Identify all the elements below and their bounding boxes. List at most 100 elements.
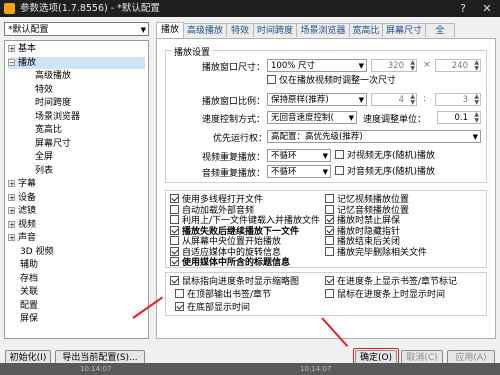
tree-item[interactable]: 时间跨度 <box>35 97 145 109</box>
tree-item[interactable]: + 视频 <box>8 219 145 231</box>
option-checkbox[interactable]: 自动加载外部音频 <box>170 204 254 216</box>
audio-repeat-label: 音频重复播放： <box>202 169 266 179</box>
profile-select[interactable]: *默认配置 ▼ <box>4 22 149 36</box>
priority-value: 高配置：高优先级(推荐) <box>271 132 363 142</box>
speed-method-value: 无回音速度控制( <box>271 113 334 123</box>
spin-arrows-icon: ▲ ▼ <box>410 93 415 106</box>
tab-item[interactable]: 高级播放 <box>183 23 227 37</box>
top-output-bookmarks-checkbox[interactable]: 在顶部输出书签/章节 <box>175 289 271 300</box>
tree-item[interactable]: 辅助 <box>20 259 145 271</box>
checkbox-box <box>170 236 179 245</box>
tree-item[interactable]: 配置 <box>20 300 145 312</box>
checkbox-box <box>175 289 184 298</box>
window-ratio-value: 保持原样(推荐) <box>271 95 329 105</box>
checkbox-box <box>325 236 334 245</box>
option-checkbox[interactable]: 利用上/下一文件键载入并播放文件 <box>170 215 320 226</box>
tree-item[interactable]: 屏幕尺寸 <box>35 138 145 150</box>
tree-item-label: 关联 <box>20 287 39 297</box>
tab-item[interactable]: 播放 <box>156 22 184 38</box>
checkbox-box <box>175 302 184 311</box>
option-checkbox[interactable]: 记忆音频播放位置 <box>325 204 409 216</box>
option-checkbox[interactable]: 从屏幕中央位置开始播放 <box>170 236 281 247</box>
tree-item-label: 宽高比 <box>35 125 63 135</box>
expand-icon[interactable]: + <box>8 180 15 188</box>
tree-item[interactable]: 特效 <box>35 84 145 96</box>
audio-random-checkbox[interactable]: 对音频无序(随机)播放 <box>335 166 435 177</box>
tree-item[interactable]: 全屏 <box>35 151 145 163</box>
tab-item[interactable]: 全 <box>425 23 455 37</box>
checkbox-label: 鼠标在进度条上时显示时间 <box>337 290 446 300</box>
expand-icon[interactable]: + <box>8 220 15 228</box>
taskbar-time-left: 10:14:07 <box>80 365 112 373</box>
tab-item[interactable]: 特效 <box>226 23 254 37</box>
bottom-time-checkbox[interactable]: 在底部显示时间 <box>175 302 250 313</box>
checkbox-box <box>170 246 179 256</box>
group-title: 播放设置 <box>172 45 213 58</box>
close-button[interactable]: ✕ <box>476 0 498 17</box>
tab-item[interactable]: 时间跨度 <box>253 23 297 37</box>
option-checkbox[interactable]: 播放时隐藏指针 <box>325 225 400 237</box>
resize-once-checkbox[interactable]: 仅在播放视频时调整一次尺寸 <box>267 75 396 86</box>
checkbox-box <box>335 150 344 159</box>
tree-item[interactable]: − 播放 <box>8 56 145 69</box>
tree-item[interactable]: + 滤镜 <box>8 205 145 217</box>
option-checkbox[interactable]: 播放结束后关闭 <box>325 236 400 247</box>
video-random-checkbox[interactable]: 对视频无序(随机)播放 <box>335 150 435 161</box>
tab-item[interactable]: 屏幕尺寸 <box>382 23 426 37</box>
help-button[interactable]: ? <box>452 0 474 17</box>
option-checkbox[interactable]: 使用多线程打开文件 <box>170 194 263 205</box>
expand-icon[interactable]: + <box>8 45 15 53</box>
tree-item[interactable]: 屏保 <box>20 313 145 325</box>
tree-item[interactable]: 高级播放 <box>35 70 145 82</box>
collapse-icon[interactable]: − <box>8 58 15 66</box>
tree-item[interactable]: + 字幕 <box>8 178 145 190</box>
option-checkbox[interactable]: 自适应媒体中的旋转信息 <box>170 246 282 258</box>
checkbox-box <box>170 257 179 266</box>
option-checkbox[interactable]: 播放时禁止屏保 <box>325 215 400 226</box>
checkbox-box <box>170 194 179 203</box>
checkbox-label: 在进度条上显示书签/章节标记 <box>337 277 458 287</box>
ratio-width-spinner[interactable]: 4 ▲ ▼ <box>371 93 417 106</box>
speed-method-select[interactable]: 无回音速度控制( ▼ <box>267 111 357 124</box>
audio-repeat-select[interactable]: 不循环 ▼ <box>267 165 331 178</box>
tree-item-label: 视频 <box>18 219 37 230</box>
width-spinner[interactable]: 320 ▲ ▼ <box>371 59 417 72</box>
tree-item[interactable]: + 设备 <box>8 192 145 204</box>
tree-item-label: 滤镜 <box>18 206 37 216</box>
tab-item[interactable]: 宽高比 <box>349 23 383 37</box>
tree-item-label: 场景浏览器 <box>35 111 81 122</box>
checkbox-box <box>325 204 334 214</box>
category-tree[interactable]: + 基本 − 播放 高级播放 特效 时间跨度 场景浏览器 宽高比 屏幕尺寸 全屏 列表 + 字幕 + 设备 + 滤… <box>4 40 149 339</box>
tree-item[interactable]: 列表 <box>35 165 145 177</box>
expand-icon[interactable]: + <box>8 234 15 242</box>
tree-item[interactable]: 关联 <box>20 286 145 298</box>
checkbox-label: 使用媒体中所含的标题信息 <box>182 258 291 268</box>
checkbox-label: 记忆视频播放位置 <box>337 195 410 205</box>
option-checkbox[interactable]: 使用媒体中所含的标题信息 <box>170 257 290 268</box>
tab-item[interactable]: 场景浏览器 <box>296 23 350 37</box>
priority-select[interactable]: 高配置：高优先级(推荐) ▼ <box>267 130 481 143</box>
height-spinner[interactable]: 240 ▲ ▼ <box>435 59 481 72</box>
tree-item[interactable]: 宽高比 <box>35 124 145 136</box>
expand-icon[interactable]: + <box>8 193 15 201</box>
checkbox-box <box>170 204 179 214</box>
option-checkbox[interactable]: 记忆视频播放位置 <box>325 194 409 205</box>
window-ratio-select[interactable]: 保持原样(推荐) ▼ <box>267 93 367 106</box>
hover-time-checkbox[interactable]: 鼠标在进度条上时显示时间 <box>325 289 445 300</box>
ratio-height-spinner[interactable]: 3 ▲ ▼ <box>435 93 481 106</box>
tree-item[interactable]: + 声音 <box>8 232 145 244</box>
option-checkbox[interactable]: 播放完毕删除相关文件 <box>325 246 427 258</box>
video-repeat-select[interactable]: 不循环 ▼ <box>267 149 331 162</box>
option-checkbox[interactable]: 播放失败后继续播放下一文件 <box>170 225 299 237</box>
speed-unit-spinner[interactable]: 0.1 ▲ ▼ <box>437 111 481 124</box>
expand-icon[interactable]: + <box>8 207 15 215</box>
hover-thumbnail-checkbox[interactable]: 鼠标指向进度条时显示缩略图 <box>170 276 299 287</box>
checkbox-label: 自适应媒体中的旋转信息 <box>182 247 282 258</box>
window-size-select[interactable]: 100% 尺寸 ▼ <box>267 59 367 72</box>
speed-unit-label: 速度调整单位： <box>363 115 427 125</box>
tree-item[interactable]: 场景浏览器 <box>35 111 145 123</box>
tree-item[interactable]: + 基本 <box>8 43 145 55</box>
tree-item[interactable]: 存档 <box>20 273 145 285</box>
tree-item[interactable]: 3D 视频 <box>20 246 145 258</box>
show-marks-checkbox[interactable]: 在进度条上显示书签/章节标记 <box>325 276 457 287</box>
